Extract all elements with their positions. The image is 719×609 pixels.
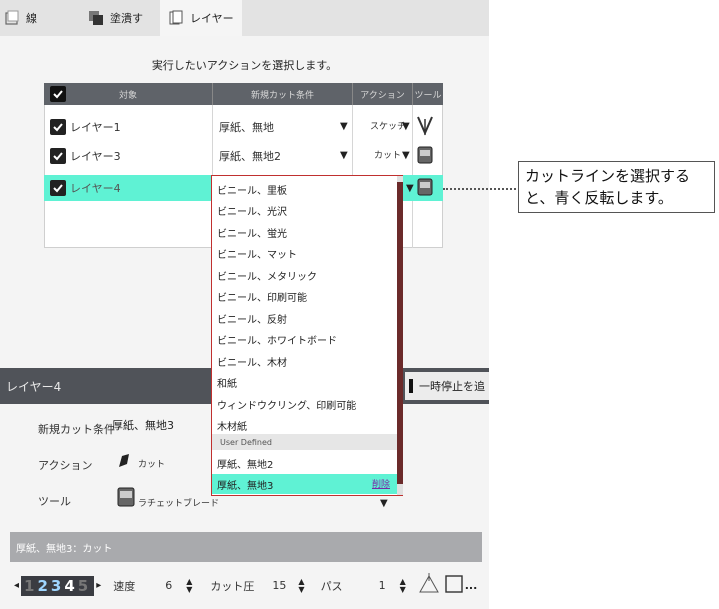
callout-connector — [443, 188, 516, 190]
prev-arrow-icon[interactable]: ◂ — [14, 580, 19, 591]
row-checkbox[interactable] — [50, 180, 66, 196]
cut-condition-label: 新規カット条件 — [38, 423, 115, 436]
dropdown-scrollbar[interactable] — [397, 176, 403, 495]
row-checkbox[interactable] — [50, 119, 66, 135]
dropdown-item[interactable]: ウィンドウクリング、印刷可能 — [217, 393, 356, 415]
row-layer-name: レイヤー3 — [70, 150, 121, 163]
pass-digits[interactable]: 12345 — [21, 575, 95, 596]
tool-value[interactable]: ラチェットブレード — [138, 496, 219, 509]
tab-line[interactable]: 線 — [4, 0, 64, 36]
dropdown-item[interactable]: 厚紙、無地2 — [217, 452, 273, 474]
cut-settings-bar: 厚紙、無地3：カット — [10, 532, 482, 562]
action-dropdown-arrow[interactable]: ▼ — [402, 150, 410, 161]
row-action[interactable]: カット — [374, 148, 401, 161]
header-action: アクション — [352, 83, 412, 105]
dropdown-item[interactable]: ビニール、光沢 — [217, 200, 287, 222]
row-checkbox[interactable] — [50, 148, 66, 164]
more-button[interactable]: ... — [465, 579, 478, 592]
delete-link[interactable]: 削除 — [372, 477, 390, 490]
fill-icon — [88, 10, 104, 26]
pass-value[interactable]: 1 — [379, 579, 386, 592]
cut-pen-icon — [116, 452, 132, 473]
dropdown-item[interactable]: ビニール、印刷可能 — [217, 286, 307, 308]
tool-dropdown-arrow[interactable]: ▼ — [380, 498, 388, 509]
tab-layer[interactable]: レイヤー — [160, 0, 242, 36]
pause-button[interactable]: 一時停止を追 — [405, 372, 489, 400]
row-condition[interactable]: 厚紙、無地 — [219, 119, 274, 135]
row-layer-name: レイヤー4 — [70, 182, 121, 195]
cut-condition-dropdown[interactable]: ビニール、里板 ビニール、光沢 ビニール、蛍光 ビニール、マット ビニール、メタリックビ… — [211, 175, 403, 496]
cut-condition-value[interactable]: 厚紙、無地3 — [112, 417, 174, 433]
header-tool: ツール — [412, 83, 443, 105]
ratchet-blade-icon — [416, 177, 434, 200]
pass-label: パス — [320, 579, 343, 593]
speed-label: 速度 — [113, 579, 136, 593]
pass-stepper-icon[interactable]: ▲ ▼ — [400, 577, 406, 594]
header-target-label: 対象 — [118, 90, 137, 101]
dropdown-item-selected[interactable]: 厚紙、無地3 削除 — [212, 474, 397, 494]
pressure-value[interactable]: 15 — [272, 579, 286, 592]
header-condition: 新規カット条件 — [212, 83, 352, 105]
header-target: 対象 — [44, 83, 212, 105]
ratchet-blade-icon — [116, 486, 136, 511]
tab-line-label: 線 — [26, 12, 37, 25]
row-layer-name: レイヤー1 — [70, 121, 121, 134]
pause-icon — [409, 379, 413, 393]
select-all-checkbox[interactable] — [50, 86, 66, 102]
scrollbar-thumb[interactable] — [397, 182, 403, 484]
dropdown-item[interactable]: ビニール、里板 — [217, 178, 287, 200]
tab-fill-label: 塗潰す — [110, 12, 143, 25]
cut-settings-controls: ◂ 12345 ▸ 速度 6 ▲ ▼ カット圧 15 ▲ ▼ パス 1 ▲ ▼ ... — [10, 562, 482, 609]
action-value[interactable]: カット — [138, 457, 165, 470]
dropdown-item[interactable]: ビニール、木材 — [217, 350, 287, 372]
dropdown-item[interactable]: ビニール、蛍光 — [217, 221, 287, 243]
sketch-pen-icon — [416, 115, 434, 140]
dropdown-item[interactable]: ビニール、メタリック — [217, 264, 317, 286]
next-arrow-icon[interactable]: ▸ — [96, 580, 101, 591]
user-defined-section-header: User Defined — [212, 434, 397, 450]
layer-icon — [168, 10, 184, 26]
table-row[interactable]: レイヤー3 厚紙、無地2 ▼ カット ▼ — [44, 144, 443, 168]
condition-dropdown-arrow[interactable]: ▼ — [340, 121, 348, 132]
dropdown-item[interactable]: 和紙 — [217, 372, 237, 394]
tab-layer-label: レイヤー — [190, 12, 234, 25]
dropdown-item[interactable]: ビニール、マット — [217, 243, 297, 265]
action-dropdown-arrow[interactable]: ▼ — [402, 121, 410, 132]
square-shape-icon[interactable] — [444, 574, 464, 597]
line-icon — [4, 10, 20, 26]
dropdown-item[interactable]: ビニール、ホワイトボード — [217, 329, 337, 351]
condition-dropdown-arrow[interactable]: ▼ — [340, 150, 348, 161]
tool-label: ツール — [38, 495, 71, 508]
callout-box: カットラインを選択すると、青く反転します。 — [518, 161, 715, 213]
tab-bar — [0, 0, 489, 36]
row-action[interactable]: スケッチ — [370, 119, 406, 132]
speed-value[interactable]: 6 — [165, 579, 172, 592]
speed-stepper-icon[interactable]: ▲ ▼ — [186, 577, 192, 594]
layer-detail-title: レイヤー4 — [6, 380, 62, 394]
row-condition[interactable]: 厚紙、無地2 — [219, 148, 281, 164]
pause-label: 一時停止を追 — [419, 380, 485, 393]
action-dropdown-arrow[interactable]: ▼ — [406, 183, 414, 194]
dropdown-item[interactable]: ビニール、反射 — [217, 307, 287, 329]
instruction-text: 実行したいアクションを選択します。 — [151, 59, 338, 72]
pressure-stepper-icon[interactable]: ▲ ▼ — [298, 577, 304, 594]
ratchet-blade-icon — [416, 145, 434, 168]
dropdown-item-label: 厚紙、無地3 — [217, 481, 274, 492]
table-row[interactable]: レイヤー1 厚紙、無地 ▼ スケッチ ▼ — [44, 115, 443, 139]
triangle-shape-icon[interactable] — [418, 573, 440, 598]
action-label: アクション — [38, 459, 93, 472]
pressure-label: カット圧 — [210, 579, 255, 593]
tab-fill[interactable]: 塗潰す — [88, 0, 158, 36]
